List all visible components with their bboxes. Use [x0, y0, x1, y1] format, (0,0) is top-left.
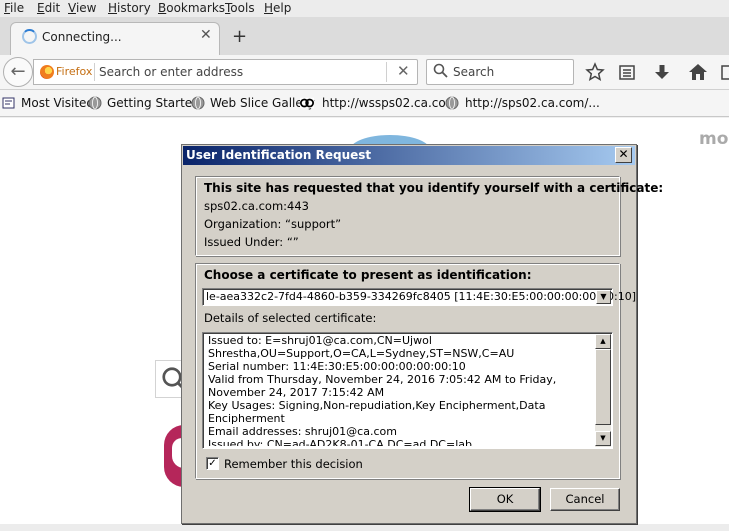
- bookmark-sps02[interactable]: http://sps02.ca.com/...: [465, 96, 600, 110]
- request-header: This site has requested that you identif…: [204, 181, 664, 195]
- menu-view[interactable]: View: [68, 1, 96, 15]
- back-button[interactable]: ←: [3, 57, 33, 87]
- clear-url-icon[interactable]: ✕: [397, 62, 410, 80]
- globe-icon: [191, 96, 205, 110]
- home-icon[interactable]: [688, 62, 708, 82]
- status-strip: [0, 524, 729, 531]
- bookmark-most-visited[interactable]: Most Visited: [21, 96, 94, 110]
- page-heading-fragment: mo: [699, 129, 729, 149]
- ca-logo-icon: [300, 97, 314, 109]
- bookmark-getting-started[interactable]: Getting Started: [107, 96, 200, 110]
- downloads-icon[interactable]: [652, 62, 672, 82]
- globe-icon: [88, 96, 102, 110]
- url-divider: [386, 62, 387, 82]
- reading-list-icon[interactable]: [617, 62, 637, 82]
- menu-bookmarks[interactable]: Bookmarks: [158, 1, 225, 15]
- bookmark-wssps02[interactable]: http://wssps02.ca.co...: [322, 96, 457, 110]
- certificate-select-value: le-aea332c2-7fd4-4860-b359-334269fc8405 …: [206, 290, 636, 303]
- most-visited-icon: [2, 97, 15, 109]
- cancel-button[interactable]: Cancel: [550, 488, 620, 511]
- certificate-details-text: Issued to: E=shruj01@ca.com,CN=Ujwol Shr…: [208, 334, 557, 446]
- menu-edit[interactable]: Edit: [37, 1, 60, 15]
- remember-checkbox[interactable]: ✓: [206, 457, 219, 470]
- details-label: Details of selected certificate:: [204, 311, 377, 325]
- bookmark-star-icon[interactable]: [585, 62, 605, 82]
- request-issued-under: Issued Under: “”: [204, 235, 299, 249]
- ok-button[interactable]: OK: [469, 487, 541, 512]
- identity-label: Firefox: [56, 65, 93, 78]
- tab-title: Connecting...: [42, 30, 122, 44]
- remember-label[interactable]: Remember this decision: [224, 457, 363, 471]
- globe-icon: [445, 96, 459, 110]
- overflow-icon[interactable]: [720, 62, 729, 82]
- new-tab-button[interactable]: +: [232, 26, 247, 47]
- loading-spinner-icon: [22, 29, 37, 44]
- menu-bar: File Edit View History Bookmarks Tools H…: [0, 0, 729, 17]
- dialog-close-button[interactable]: ✕: [615, 147, 632, 163]
- url-input[interactable]: [97, 63, 383, 81]
- request-organization: Organization: “support”: [204, 217, 342, 231]
- menu-history[interactable]: History: [108, 1, 151, 15]
- scrollbar-thumb[interactable]: [595, 349, 611, 425]
- dialog-title: User Identification Request: [186, 148, 372, 162]
- request-host: sps02.ca.com:443: [204, 199, 309, 213]
- chevron-down-icon[interactable]: ▼: [596, 290, 611, 304]
- firefox-logo-icon: [40, 65, 54, 79]
- choose-certificate-label: Choose a certificate to present as ident…: [204, 268, 532, 282]
- scroll-down-icon[interactable]: ▼: [595, 431, 611, 446]
- menu-file[interactable]: File: [4, 1, 24, 15]
- scroll-up-icon[interactable]: ▲: [595, 334, 611, 349]
- search-input[interactable]: [451, 63, 569, 81]
- close-tab-icon[interactable]: ✕: [200, 27, 212, 43]
- search-icon: [433, 63, 448, 78]
- menu-tools[interactable]: Tools: [225, 1, 255, 15]
- menu-help[interactable]: Help: [264, 1, 291, 15]
